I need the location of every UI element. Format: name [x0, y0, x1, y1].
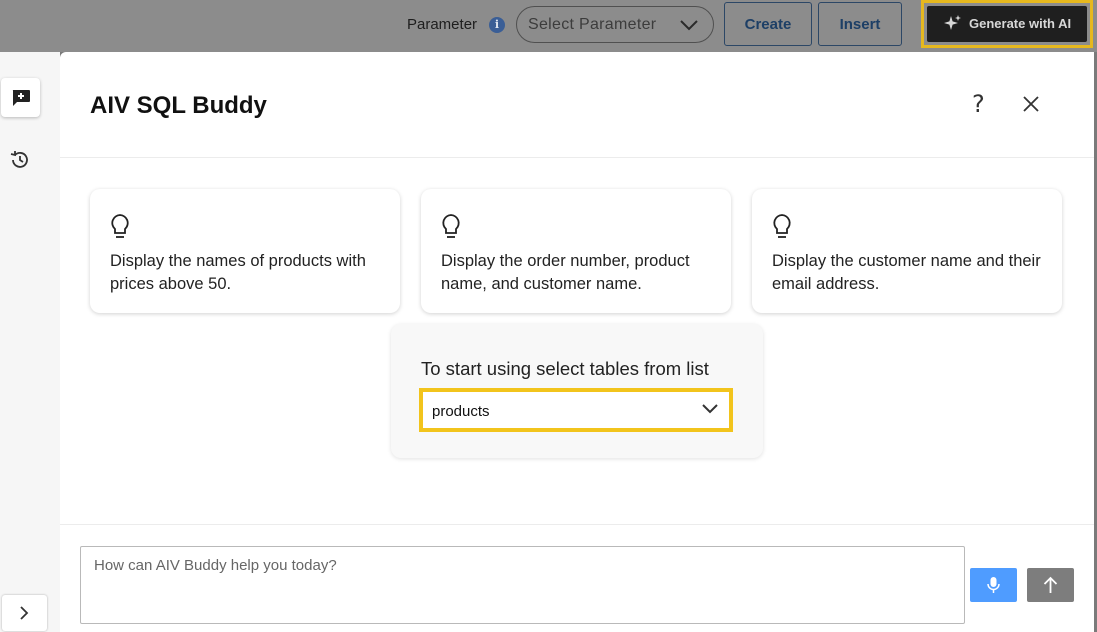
chevron-right-icon: [20, 606, 29, 620]
history-icon[interactable]: [9, 149, 31, 171]
chevron-down-icon: [680, 20, 698, 31]
suggestion-card[interactable]: Display the customer name and their emai…: [752, 189, 1062, 313]
parameter-select[interactable]: Select Parameter: [516, 6, 714, 43]
help-icon[interactable]: ?: [972, 90, 985, 118]
microphone-button[interactable]: [970, 568, 1017, 602]
close-icon[interactable]: [1022, 95, 1040, 113]
panel-title: AIV SQL Buddy: [90, 92, 267, 119]
parameter-label: Parameter: [407, 16, 478, 33]
sparkle-icon: [944, 15, 961, 30]
generate-with-ai-label: Generate with AI: [969, 16, 1072, 31]
table-select[interactable]: products: [419, 388, 733, 432]
suggestion-text: Display the customer name and their emai…: [772, 252, 1041, 293]
suggestion-text: Display the order number, product name, …: [441, 252, 690, 293]
suggestion-text: Display the names of products with price…: [110, 252, 366, 293]
new-chat-button[interactable]: [1, 78, 40, 117]
send-button[interactable]: [1027, 568, 1074, 602]
lightbulb-icon: [111, 214, 129, 238]
arrow-up-icon: [1043, 576, 1058, 593]
generate-with-ai-button[interactable]: Generate with AI: [927, 6, 1087, 42]
suggestion-card[interactable]: Display the names of products with price…: [90, 189, 400, 313]
table-picker-prompt: To start using select tables from list: [421, 358, 709, 379]
chevron-down-icon: [702, 404, 718, 414]
table-picker: To start using select tables from list p…: [391, 324, 763, 458]
microphone-icon: [987, 577, 1000, 593]
parameter-select-placeholder: Select Parameter: [528, 16, 657, 33]
footer-divider: [60, 524, 1094, 525]
lightbulb-icon: [442, 214, 460, 238]
create-button[interactable]: Create: [724, 2, 812, 46]
left-rail: [0, 52, 60, 632]
chat-plus-icon: [12, 90, 30, 106]
expand-sidebar-button[interactable]: [2, 595, 47, 631]
generate-with-ai-highlight: Generate with AI: [921, 0, 1093, 48]
chat-input[interactable]: [80, 546, 965, 624]
suggestion-card[interactable]: Display the order number, product name, …: [421, 189, 731, 313]
header-divider: [60, 157, 1094, 158]
table-select-value: products: [432, 403, 490, 420]
top-toolbar: Parameter i Select Parameter Create Inse…: [0, 0, 1097, 52]
insert-button[interactable]: Insert: [818, 2, 902, 46]
info-icon[interactable]: i: [489, 17, 505, 33]
lightbulb-icon: [773, 214, 791, 238]
sql-buddy-panel: AIV SQL Buddy ? Display the names of pro…: [60, 52, 1094, 632]
